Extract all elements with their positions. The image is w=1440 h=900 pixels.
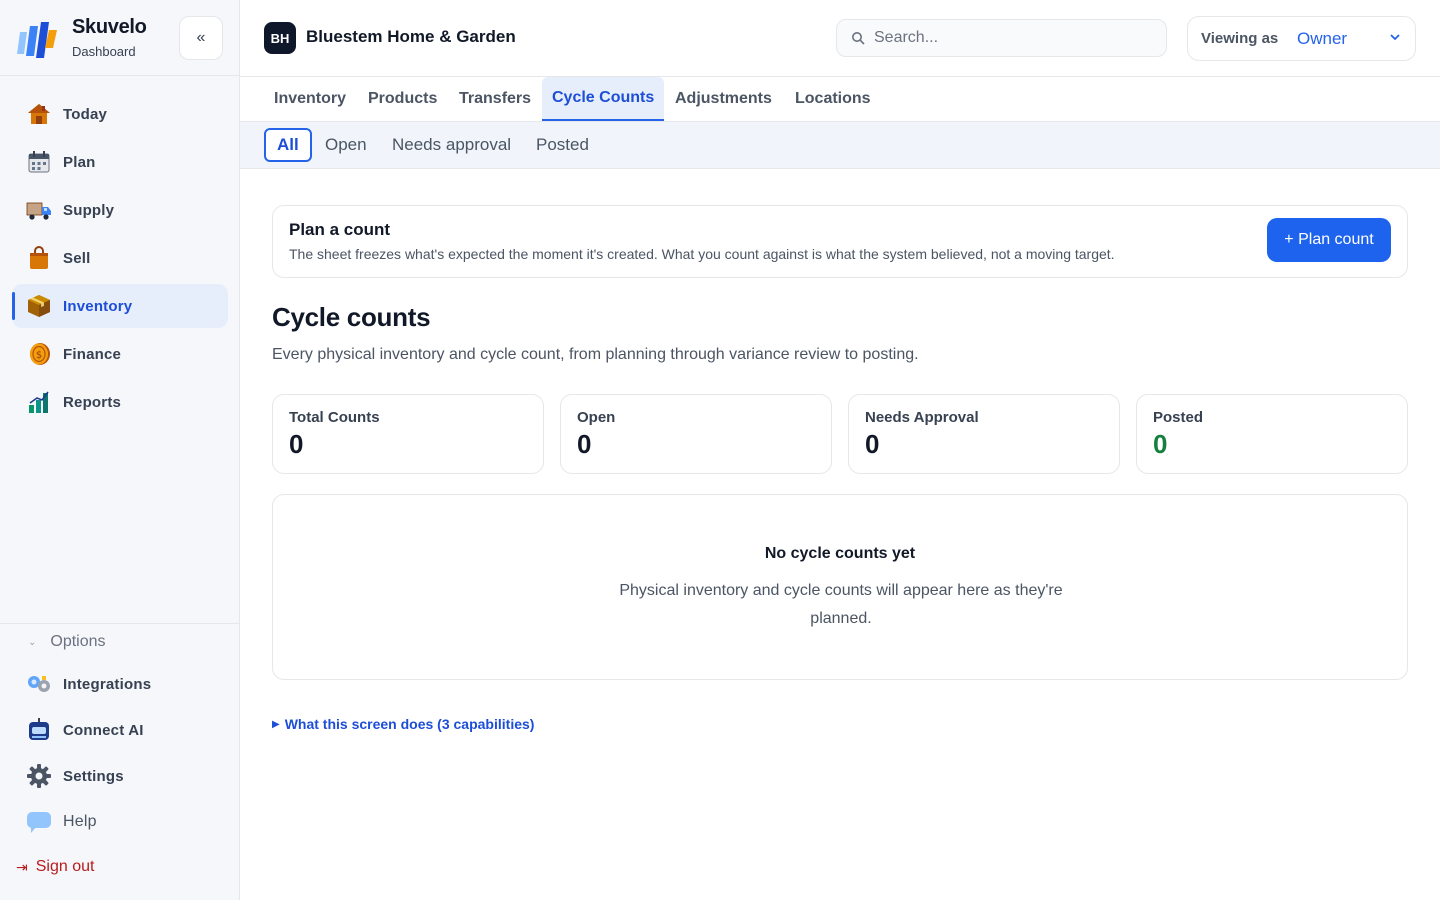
filter-tab-all[interactable]: All	[264, 128, 312, 162]
sign-out-icon: ⇥	[16, 858, 28, 875]
tab-adjustments[interactable]: Adjustments	[665, 77, 782, 121]
page-title: Cycle counts	[272, 302, 431, 332]
tab-inventory[interactable]: Inventory	[264, 77, 356, 121]
sidebar-item-label: Finance	[63, 345, 122, 363]
org-avatar[interactable]: BH	[264, 22, 296, 54]
viewing-as-value: Owner	[1297, 29, 1348, 48]
sidebar-item-label: Reports	[63, 393, 122, 411]
chevron-down-icon	[1390, 34, 1400, 41]
viewing-as-select[interactable]: Viewing as Owner	[1187, 16, 1416, 61]
plan-count-button[interactable]: + Plan count	[1267, 218, 1391, 262]
empty-state: No cycle counts yet Physical inventory a…	[272, 494, 1408, 680]
house-icon	[26, 101, 52, 127]
tab-products[interactable]: Products	[358, 77, 447, 121]
stat-label: Total Counts	[289, 409, 380, 426]
stat-open: Open 0	[560, 394, 832, 474]
sidebar-item-integrations[interactable]: Integrations	[12, 662, 228, 706]
stat-value: 0	[289, 429, 304, 459]
sidebar-item-label: Today	[63, 105, 108, 123]
svg-text:$: $	[36, 350, 42, 361]
empty-state-description: Physical inventory and cycle counts will…	[619, 582, 1063, 627]
options-label: Options	[50, 633, 106, 650]
bar-chart-icon	[26, 389, 52, 415]
tab-locations[interactable]: Locations	[785, 77, 881, 121]
stat-value: 0	[1153, 429, 1168, 459]
plan-card-description: The sheet freezes what's expected the mo…	[289, 246, 1115, 262]
brand-subtitle: Dashboard	[72, 44, 136, 59]
sign-out-button[interactable]: ⇥ Sign out	[16, 858, 94, 876]
tab-cycle-counts[interactable]: Cycle Counts	[542, 77, 665, 121]
sidebar-item-plan[interactable]: Plan	[12, 140, 228, 184]
page-description: Every physical inventory and cycle count…	[272, 346, 919, 363]
chevron-down-icon: ⌄	[28, 636, 37, 648]
search-icon	[852, 32, 865, 45]
robot-icon	[26, 717, 52, 743]
sidebar-item-label: Inventory	[63, 297, 133, 315]
filter-tab-open[interactable]: Open	[314, 128, 378, 162]
disclosure-triangle-icon: ▶	[272, 718, 280, 730]
stat-value: 0	[577, 429, 592, 459]
sidebar-item-reports[interactable]: Reports	[12, 380, 228, 424]
tab-transfers[interactable]: Transfers	[449, 77, 541, 121]
skuvelo-logo-icon	[17, 22, 57, 58]
stat-label: Needs Approval	[865, 409, 979, 426]
sidebar-item-supply[interactable]: Supply	[12, 188, 228, 232]
double-chevron-left-icon: «	[196, 29, 206, 46]
stat-label: Open	[577, 409, 616, 426]
sidebar-item-inventory[interactable]: Inventory	[12, 284, 228, 328]
filter-tabs: All Open Needs approval Posted	[240, 122, 1440, 169]
plan-count-card: Plan a count The sheet freezes what's ex…	[272, 205, 1408, 278]
stat-needs-approval: Needs Approval 0	[848, 394, 1120, 474]
sidebar-item-label: Integrations	[63, 675, 152, 693]
stat-label: Posted	[1153, 409, 1204, 426]
search-box[interactable]	[836, 19, 1167, 57]
sign-out-label: Sign out	[35, 858, 95, 875]
section-tabs: Inventory Products Transfers Cycle Count…	[240, 77, 1440, 122]
top-bar: BH Bluestem Home & Garden Viewing as Own…	[240, 0, 1440, 77]
options-toggle[interactable]: ⌄ Options	[28, 633, 106, 651]
viewing-as-label: Viewing as	[1201, 30, 1279, 47]
truck-icon	[26, 197, 52, 223]
collapse-sidebar-button[interactable]: «	[179, 16, 223, 60]
search-input[interactable]	[874, 29, 1144, 47]
empty-state-title: No cycle counts yet	[764, 545, 916, 562]
sidebar-item-label: Connect AI	[63, 721, 144, 739]
capabilities-label: What this screen does (3 capabilities)	[284, 716, 535, 732]
plan-card-title: Plan a count	[289, 220, 391, 239]
sidebar: Skuvelo Dashboard « Today Plan Supply Se…	[0, 0, 240, 900]
options-divider	[0, 623, 239, 624]
calendar-icon	[26, 149, 52, 175]
stat-posted: Posted 0	[1136, 394, 1408, 474]
coin-icon: $	[26, 341, 52, 367]
org-name[interactable]: Bluestem Home & Garden	[306, 27, 516, 47]
stat-total-counts: Total Counts 0	[272, 394, 544, 474]
sidebar-item-label: Supply	[63, 201, 115, 219]
sidebar-item-connect-ai[interactable]: Connect AI	[12, 708, 228, 752]
sidebar-item-label: Settings	[63, 767, 124, 785]
box-icon	[26, 293, 52, 319]
gear-icon	[26, 763, 52, 789]
shopping-bag-icon	[26, 245, 52, 271]
stat-value: 0	[865, 429, 880, 459]
filter-tab-needs-approval[interactable]: Needs approval	[381, 128, 522, 162]
filter-tab-posted[interactable]: Posted	[525, 128, 600, 162]
puzzle-icon	[26, 671, 52, 697]
brand-name: Skuvelo	[72, 16, 147, 38]
speech-bubble-icon	[26, 809, 52, 835]
capabilities-disclosure[interactable]: ▶ What this screen does (3 capabilities)	[272, 716, 534, 732]
sidebar-item-sell[interactable]: Sell	[12, 236, 228, 280]
sidebar-item-today[interactable]: Today	[12, 92, 228, 136]
sidebar-item-label: Sell	[63, 249, 91, 267]
sidebar-item-label: Help	[63, 813, 97, 830]
sidebar-item-help[interactable]: Help	[12, 800, 228, 844]
sidebar-item-finance[interactable]: $ Finance	[12, 332, 228, 376]
sidebar-item-label: Plan	[63, 153, 96, 171]
brand-header: Skuvelo Dashboard «	[0, 0, 239, 76]
sidebar-item-settings[interactable]: Settings	[12, 754, 228, 798]
